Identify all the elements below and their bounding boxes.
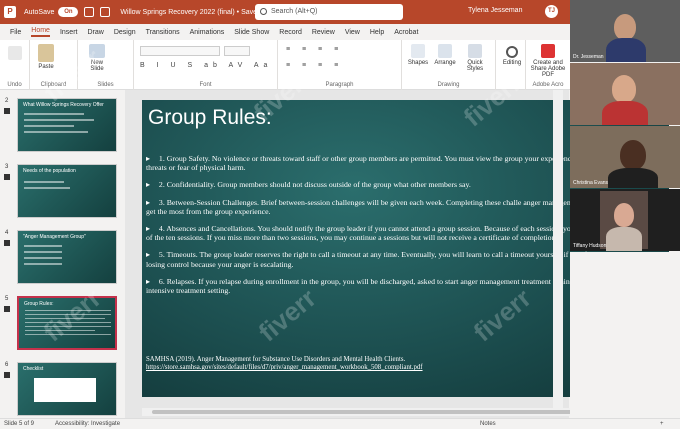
adobe-pdf-icon bbox=[541, 44, 555, 58]
alignment-buttons[interactable]: ≡ ≡ ≡ ≡ bbox=[286, 62, 343, 69]
tab-acrobat[interactable]: Acrobat bbox=[394, 29, 418, 36]
group-editing: Editing bbox=[496, 40, 526, 90]
search-icon bbox=[260, 8, 267, 15]
group-label: Font bbox=[199, 82, 212, 88]
group-clipboard: Paste Clipboard bbox=[30, 40, 78, 90]
font-format-buttons[interactable]: B I U S ab AV Aa bbox=[140, 62, 272, 69]
slide-thumbnail-2[interactable]: What Willow Springs Recovery Offer bbox=[17, 98, 117, 152]
undo-button[interactable] bbox=[8, 46, 22, 62]
slide-thumbnail-5[interactable]: Group Rules: bbox=[17, 296, 117, 350]
avatar[interactable]: TJ bbox=[545, 5, 558, 18]
notes-button[interactable]: Notes bbox=[480, 421, 496, 427]
thumbnail-number: 6 bbox=[5, 362, 9, 368]
thumbnail-number: 2 bbox=[5, 98, 9, 104]
zoom-in-button[interactable]: + bbox=[660, 421, 664, 427]
slide-title[interactable]: Group Rules: bbox=[148, 106, 272, 130]
tab-animations[interactable]: Animations bbox=[190, 29, 225, 36]
slide-thumbnail-6[interactable]: Checklist bbox=[17, 362, 117, 416]
search-box[interactable]: Search (Alt+Q) bbox=[255, 4, 403, 20]
group-label: Drawing bbox=[437, 82, 460, 88]
user-name[interactable]: Tylena Jesseman bbox=[468, 7, 522, 14]
ribbon: Undo Paste Clipboard New Slide Slides B … bbox=[0, 40, 570, 90]
group-slides: New Slide Slides bbox=[78, 40, 134, 90]
tab-home[interactable]: Home bbox=[31, 27, 50, 37]
autosave-toggle[interactable]: On bbox=[58, 7, 79, 17]
create-share-pdf-button[interactable]: Create and Share Adobe PDF bbox=[528, 44, 568, 78]
tab-design[interactable]: Design bbox=[114, 29, 136, 36]
tab-review[interactable]: Review bbox=[312, 29, 335, 36]
paste-button[interactable]: Paste bbox=[38, 44, 54, 70]
group-paragraph: ≡ ≡ ≡ ≡ ≡ ≡ ≡ ≡ Paragraph bbox=[278, 40, 402, 90]
participant-face bbox=[614, 14, 636, 40]
group-label: Paragraph bbox=[325, 82, 354, 88]
participant-face bbox=[612, 75, 636, 103]
tab-transitions[interactable]: Transitions bbox=[146, 29, 180, 36]
participant-video-2 bbox=[570, 63, 680, 125]
group-adobe: Create and Share Adobe PDF Adobe Acro bbox=[526, 40, 570, 90]
comment-icon[interactable] bbox=[4, 306, 10, 312]
vertical-scrollbar[interactable] bbox=[553, 90, 563, 408]
participant-face bbox=[620, 140, 646, 170]
participant-video-1: Dr. Jesseman bbox=[570, 0, 680, 62]
undo-icon bbox=[8, 46, 22, 60]
comment-icon[interactable] bbox=[4, 174, 10, 180]
participant-name: Tiffany Hudson bbox=[573, 243, 607, 249]
accessibility-status[interactable]: Accessibility: Investigate bbox=[55, 421, 120, 427]
thumbnail-number: 5 bbox=[5, 296, 9, 302]
font-size-dropdown[interactable] bbox=[224, 46, 250, 56]
clipboard-icon bbox=[38, 44, 54, 62]
empty-video-area bbox=[570, 252, 680, 418]
list-buttons[interactable]: ≡ ≡ ≡ ≡ bbox=[286, 46, 343, 53]
quick-styles-icon bbox=[468, 44, 482, 58]
group-label: Adobe Acro bbox=[532, 82, 564, 88]
new-slide-button[interactable]: New Slide bbox=[86, 44, 108, 72]
tab-slide-show[interactable]: Slide Show bbox=[234, 29, 269, 36]
autosave-label: AutoSave bbox=[24, 8, 55, 16]
powerpoint-icon: P bbox=[4, 6, 16, 18]
undo-icon[interactable] bbox=[100, 7, 111, 17]
group-label: Slides bbox=[97, 82, 114, 88]
shapes-button[interactable]: Shapes bbox=[406, 44, 430, 66]
participant-video-3: Christina Evans bbox=[570, 126, 680, 188]
comment-icon[interactable] bbox=[4, 372, 10, 378]
editing-button[interactable]: Editing bbox=[500, 46, 524, 66]
magnifier-icon bbox=[506, 46, 518, 58]
quick-styles-button[interactable]: Quick Styles bbox=[460, 44, 490, 72]
arrange-icon bbox=[438, 44, 452, 58]
font-name-dropdown[interactable] bbox=[140, 46, 220, 56]
search-placeholder: Search (Alt+Q) bbox=[271, 8, 318, 15]
group-label: Clipboard bbox=[40, 82, 67, 88]
slide-thumbnail-4[interactable]: "Anger Management Group" bbox=[17, 230, 117, 284]
arrange-button[interactable]: Arrange bbox=[432, 44, 458, 66]
slide-editor[interactable]: Group Rules: 1. Group Safety. No violenc… bbox=[125, 90, 669, 418]
tab-file[interactable]: File bbox=[10, 29, 21, 36]
tab-draw[interactable]: Draw bbox=[87, 29, 103, 36]
participant-face bbox=[614, 203, 634, 227]
menu-bar: File Home Insert Draw Design Transitions… bbox=[0, 24, 570, 40]
thumbnail-number: 4 bbox=[5, 230, 9, 236]
tab-view[interactable]: View bbox=[345, 29, 360, 36]
save-icon[interactable] bbox=[84, 7, 95, 17]
tab-help[interactable]: Help bbox=[370, 29, 384, 36]
group-drawing: Shapes Arrange Quick Styles Drawing bbox=[402, 40, 496, 90]
slide-thumbnail-3[interactable]: Needs of the population bbox=[17, 164, 117, 218]
shapes-icon bbox=[411, 44, 425, 58]
document-title[interactable]: Willow Springs Recovery 2022 (final) • S… bbox=[120, 9, 261, 16]
participant-video-4: Tiffany Hudson bbox=[570, 189, 680, 251]
status-bar: Slide 5 of 9 Accessibility: Investigate … bbox=[0, 418, 680, 429]
group-label: Undo bbox=[7, 82, 22, 88]
group-font: B I U S ab AV Aa Font bbox=[134, 40, 278, 90]
comment-icon[interactable] bbox=[4, 240, 10, 246]
comment-icon[interactable] bbox=[4, 108, 10, 114]
tab-insert[interactable]: Insert bbox=[60, 29, 78, 36]
group-undo: Undo bbox=[0, 40, 30, 90]
slide-counter: Slide 5 of 9 bbox=[4, 421, 35, 427]
participant-name: Dr. Jesseman bbox=[573, 54, 604, 60]
tab-record[interactable]: Record bbox=[279, 29, 302, 36]
thumbnail-number: 3 bbox=[5, 164, 9, 170]
participant-name: Christina Evans bbox=[573, 180, 609, 186]
new-slide-icon bbox=[89, 44, 105, 58]
slide-thumbnail-panel[interactable]: 2 What Willow Springs Recovery Offer 3 N… bbox=[0, 90, 125, 418]
